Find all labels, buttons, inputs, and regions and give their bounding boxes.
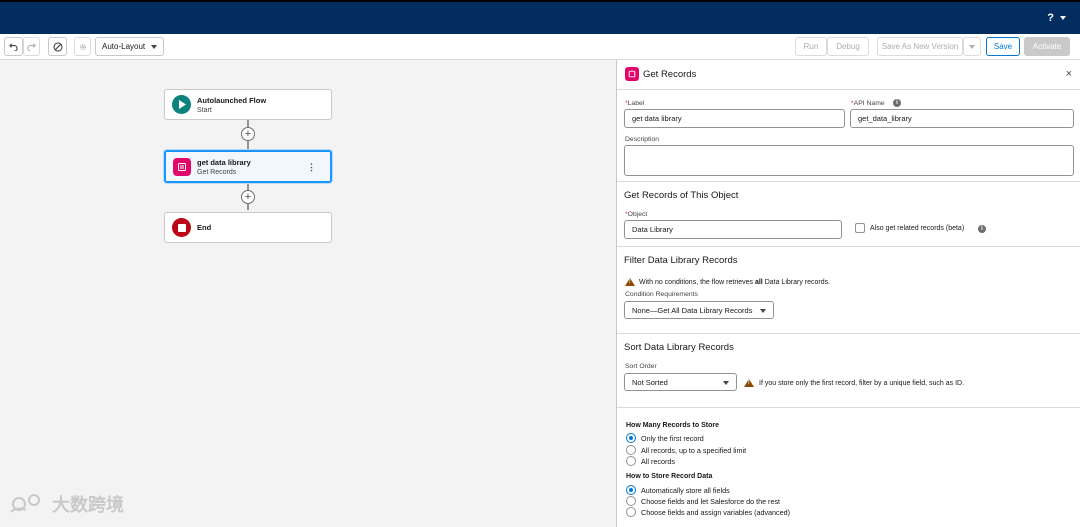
flow-canvas[interactable]: Autolaunched Flow Start + get data libra… (0, 60, 616, 527)
radio-first-record-label: Only the first record (641, 434, 704, 443)
info-icon[interactable]: i (978, 225, 986, 233)
start-node-title: Autolaunched Flow (197, 95, 267, 105)
chevron-down-icon (723, 381, 729, 385)
radio-records-limit[interactable] (626, 445, 636, 455)
object-field-label: *Object (625, 211, 648, 218)
radio-all-records-label: All records (641, 457, 675, 466)
warning-icon (625, 278, 635, 286)
redo-icon (27, 43, 36, 51)
section-divider (617, 333, 1080, 334)
add-element-button[interactable]: + (241, 190, 255, 204)
sort-warning-text: If you store only the first record, filt… (759, 380, 965, 387)
properties-panel: Get Records × *Label get data library *A… (616, 60, 1080, 527)
save-as-new-version-button[interactable]: Save As New Version (877, 37, 963, 56)
sort-section-title: Sort Data Library Records (624, 342, 734, 353)
radio-first-record[interactable] (626, 433, 636, 443)
related-records-checkbox[interactable] (855, 223, 865, 233)
run-button[interactable]: Run (795, 37, 827, 56)
radio-records-limit-label: All records, up to a specified limit (641, 446, 747, 455)
builder-toolbar: Auto-Layout Run Debug Save As New Versio… (0, 34, 1080, 60)
related-records-label: Also get related records (beta) (870, 225, 965, 232)
chevron-down-icon (1060, 16, 1066, 21)
sort-order-value: Not Sorted (632, 377, 668, 387)
help-menu[interactable]: ? (1047, 12, 1066, 24)
object-input[interactable]: Data Library (624, 220, 842, 239)
end-node-title: End (197, 223, 212, 232)
debug-button[interactable]: Debug (827, 37, 869, 56)
app-header: ? (0, 0, 1080, 34)
get-records-node-subtitle: Get Records (197, 168, 237, 176)
help-icon: ? (1047, 12, 1054, 24)
info-icon[interactable]: i (893, 99, 901, 107)
radio-choose-fields[interactable] (626, 496, 636, 506)
condition-requirements-select[interactable]: None—Get All Data Library Records (624, 301, 774, 319)
label-field-label: *Label (625, 100, 645, 107)
watermark-text: 大数跨境 (52, 495, 124, 515)
panel-header: Get Records × (617, 60, 1080, 90)
section-divider (617, 181, 1080, 182)
condition-requirements-label: Condition Requirements (625, 291, 698, 298)
redo-button[interactable] (23, 37, 40, 56)
api-name-input[interactable]: get_data_library (850, 109, 1074, 128)
how-to-store-label: How to Store Record Data (626, 473, 713, 480)
radio-choose-fields-label: Choose fields and let Salesforce do the … (641, 497, 781, 506)
object-section-title: Get Records of This Object (624, 190, 739, 201)
radio-assign-variables[interactable] (626, 507, 636, 517)
chevron-down-icon (969, 44, 975, 49)
gear-icon (79, 43, 86, 50)
hide-errors-button[interactable] (48, 37, 67, 56)
filter-section-title: Filter Data Library Records (624, 255, 738, 266)
end-node[interactable]: End (164, 212, 332, 243)
watermark: 大数跨境 (8, 491, 124, 517)
filter-warning-text: With no conditions, the flow retrieves a… (639, 279, 831, 286)
prohibited-icon (52, 41, 63, 52)
section-divider (617, 246, 1080, 247)
description-textarea[interactable] (624, 145, 1074, 176)
radio-auto-store-label: Automatically store all fields (641, 486, 730, 495)
warning-icon (744, 379, 754, 387)
radio-all-records[interactable] (626, 456, 636, 466)
section-divider (617, 407, 1080, 408)
sort-order-select[interactable]: Not Sorted (624, 373, 737, 391)
radio-auto-store[interactable] (626, 485, 636, 495)
settings-button[interactable] (74, 37, 91, 56)
get-records-node-title: get data library (197, 157, 251, 167)
kebab-menu-icon[interactable]: ⋮ (307, 162, 316, 173)
panel-title: Get Records (643, 69, 697, 80)
description-label: Description (625, 136, 659, 143)
stop-icon (172, 218, 191, 237)
radio-assign-variables-label: Choose fields and assign variables (adva… (641, 508, 791, 517)
activate-button[interactable]: Activate (1024, 37, 1070, 56)
close-icon[interactable]: × (1066, 68, 1072, 80)
get-records-icon (173, 157, 191, 176)
start-node[interactable]: Autolaunched Flow Start (164, 89, 332, 120)
undo-icon (9, 43, 18, 51)
api-name-field-label: *API Name (851, 100, 885, 107)
play-icon (172, 95, 191, 114)
sort-order-label: Sort Order (625, 363, 657, 370)
save-options-button[interactable] (963, 37, 981, 56)
chevron-down-icon (151, 45, 157, 49)
get-records-icon (625, 67, 639, 81)
get-records-node[interactable]: get data library Get Records ⋮ (164, 150, 332, 183)
layout-select[interactable]: Auto-Layout (95, 37, 164, 56)
chevron-down-icon (760, 309, 766, 313)
label-input[interactable]: get data library (624, 109, 845, 128)
layout-select-value: Auto-Layout (102, 42, 146, 51)
undo-button[interactable] (4, 37, 23, 56)
start-node-subtitle: Start (197, 106, 212, 114)
save-button[interactable]: Save (986, 37, 1020, 56)
condition-requirements-value: None—Get All Data Library Records (632, 305, 753, 315)
watermark-logo-icon (10, 494, 40, 513)
how-many-records-label: How Many Records to Store (626, 422, 719, 429)
add-element-button[interactable]: + (241, 127, 255, 141)
